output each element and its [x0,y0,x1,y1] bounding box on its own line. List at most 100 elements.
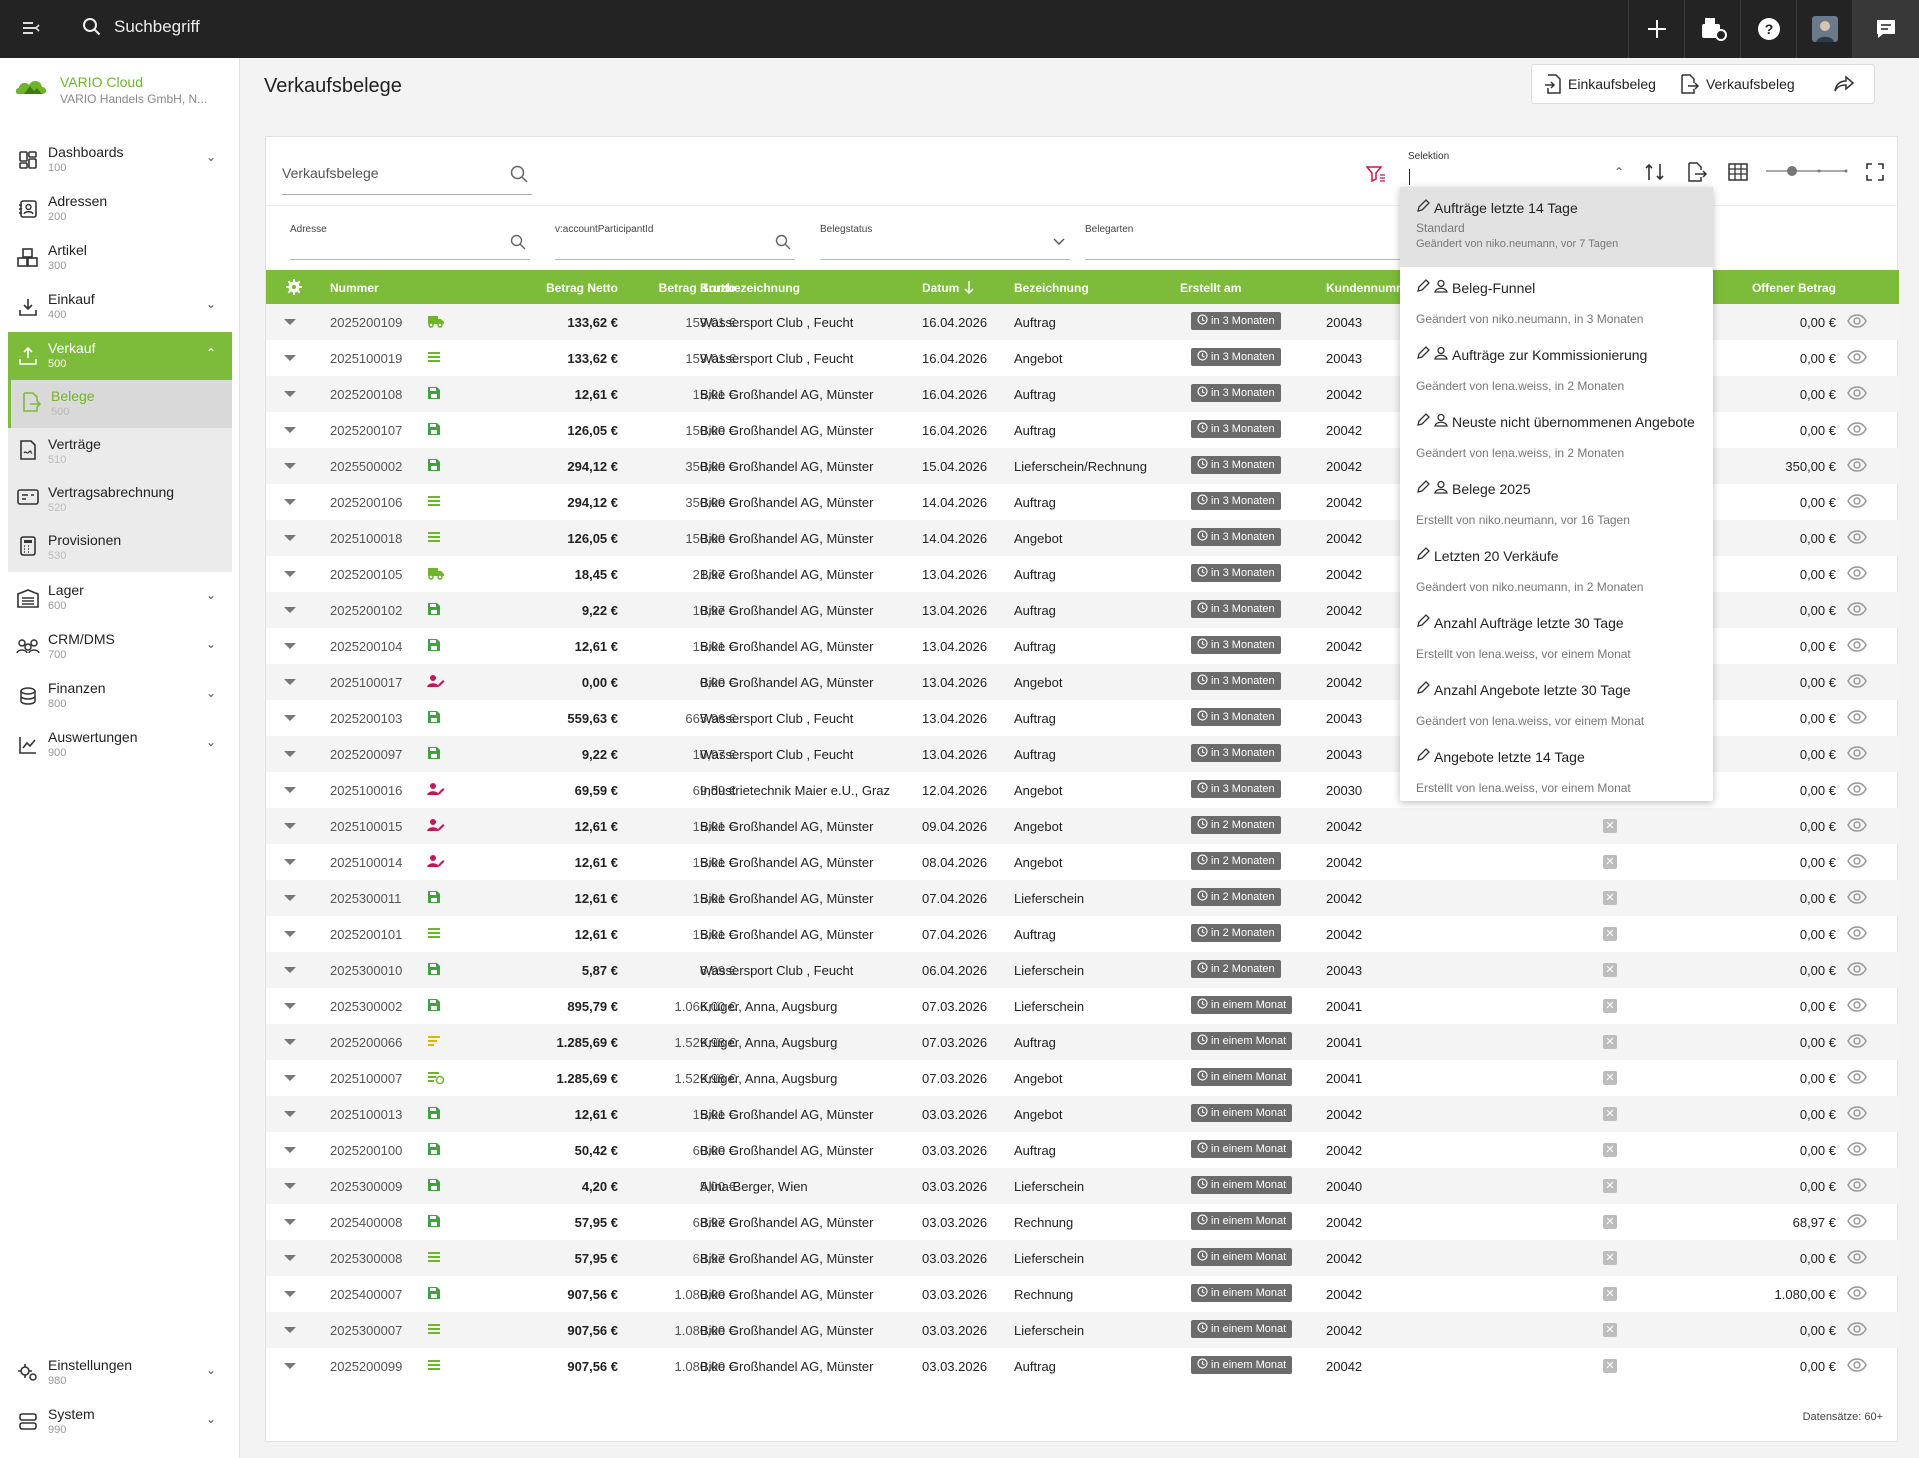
expand-row-icon[interactable] [284,355,296,361]
selection-menu-item[interactable]: Neuste nicht übernommenen Angebote Geände… [1400,401,1713,468]
eye-icon[interactable] [1847,566,1867,583]
eye-icon[interactable] [1847,530,1867,547]
table-row[interactable]: 2025400008 57,95 € 68,97 € Bike Großhandel … [266,1204,1899,1240]
table-settings-gear-icon[interactable] [286,279,302,295]
expand-row-icon[interactable] [284,427,296,433]
new-verkaufsbeleg-button[interactable]: Verkaufsbeleg [1668,74,1807,94]
expand-row-icon[interactable] [284,967,296,973]
help-button[interactable]: ? [1740,0,1796,58]
table-row[interactable]: 2025300007 907,56 €1.080,00 € Bike Großhan… [266,1312,1899,1348]
sidebar-subitem-vertragsabrechnung[interactable]: Vertragsabrechnung 520 [8,476,232,524]
global-search-input[interactable]: Suchbegriff [82,17,200,37]
expand-row-icon[interactable] [284,1075,296,1081]
col-offener-betrag[interactable]: Offener Betrag [1706,281,1836,295]
sidebar-subitem-provisionen[interactable]: Provisionen 530 [8,524,232,572]
filter-belegarten[interactable]: Belegarten [1085,220,1405,260]
eye-icon[interactable] [1847,1322,1867,1339]
menu-toggle-icon[interactable] [20,17,50,41]
table-grid-icon[interactable] [1728,162,1748,182]
table-row[interactable]: 2025100013 12,61 €15,01 € Bike Großhandel … [266,1096,1899,1132]
eye-icon[interactable] [1847,854,1867,871]
expand-row-icon[interactable] [284,1327,296,1333]
col-betrag-netto[interactable]: Betrag Netto [498,281,618,295]
expand-row-icon[interactable] [284,319,296,325]
table-row[interactable]: 2025300009 4,20 €5,00 € Alina Berger, Wien… [266,1168,1899,1204]
swap-sort-icon[interactable] [1644,162,1666,182]
eye-icon[interactable] [1847,458,1867,475]
expand-row-icon[interactable] [284,823,296,829]
eye-icon[interactable] [1847,602,1867,619]
sidebar-item-auswertungen[interactable]: Auswertungen 900 ⌄ [8,721,232,769]
add-button[interactable] [1628,0,1684,58]
eye-icon[interactable] [1847,1106,1867,1123]
expand-row-icon[interactable] [284,499,296,505]
edit-pencil-icon[interactable] [1416,480,1434,497]
col-nummer[interactable]: Nummer [330,281,379,295]
table-row[interactable]: 2025400007 907,56 € 1.080,00 € Bike Großhan… [266,1276,1899,1312]
eye-icon[interactable] [1847,998,1867,1015]
sidebar-item-einkauf[interactable]: Einkauf 400 ⌄ [8,283,232,331]
expand-row-icon[interactable] [284,1363,296,1369]
share-button[interactable] [1821,75,1873,93]
expand-row-icon[interactable] [284,607,296,613]
edit-pencil-icon[interactable] [1416,547,1434,564]
col-erstellt-am[interactable]: Erstellt am [1180,281,1241,295]
sidebar-item-dashboards[interactable]: Dashboards 100 ⌄ [8,136,232,184]
selection-menu-item[interactable]: Anzahl Aufträge letzte 30 Tage Erstellt v… [1400,602,1713,669]
table-row[interactable]: 2025300011 12,61 €15,01 € Bike Großhandel … [266,880,1899,916]
sidebar-item-adressen[interactable]: Adressen 200 [8,185,232,233]
sidebar-item-einstellungen[interactable]: Einstellungen 980 ⌄ [8,1349,232,1397]
expand-row-icon[interactable] [284,1255,296,1261]
table-row[interactable]: 2025100014 12,61 €15,01 € Bike Großhandel … [266,844,1899,880]
expand-row-icon[interactable] [284,895,296,901]
edit-pencil-icon[interactable] [1416,279,1434,296]
expand-row-icon[interactable] [284,391,296,397]
sidebar-item-finanzen[interactable]: Finanzen 800 ⌄ [8,672,232,720]
eye-icon[interactable] [1847,746,1867,763]
expand-row-icon[interactable] [284,1111,296,1117]
export-document-icon[interactable] [1686,162,1708,182]
eye-icon[interactable] [1847,1286,1867,1303]
sidebar-subitem-vertraege[interactable]: Verträge 510 [8,428,232,476]
eye-icon[interactable] [1847,350,1867,367]
eye-icon[interactable] [1847,1070,1867,1087]
expand-row-icon[interactable] [284,571,296,577]
table-row[interactable]: 2025100015 12,61 €15,01 € Bike Großhandel … [266,808,1899,844]
edit-pencil-icon[interactable] [1416,681,1434,698]
table-row[interactable]: 2025100007 1.285,69 €1.529,98 € Krüger, An… [266,1060,1899,1096]
table-row[interactable]: 2025300008 57,95 €68,97 € Bike Großhandel … [266,1240,1899,1276]
eye-icon[interactable] [1847,494,1867,511]
selection-menu-item[interactable]: Aufträge letzte 14 Tage Standard Geändert … [1400,187,1713,267]
expand-row-icon[interactable] [284,679,296,685]
edit-pencil-icon[interactable] [1416,346,1434,363]
expand-row-icon[interactable] [284,1183,296,1189]
eye-icon[interactable] [1847,926,1867,943]
list-search-input[interactable]: Verkaufsbelege [282,151,532,195]
table-row[interactable]: 2025300010 5,87 €6,99 € Wassersport Club ,… [266,952,1899,988]
expand-row-icon[interactable] [284,1147,296,1153]
filter-remove-icon[interactable] [1366,165,1386,183]
table-row[interactable]: 2025200101 12,61 €15,01 € Bike Großhandel … [266,916,1899,952]
expand-row-icon[interactable] [284,1291,296,1297]
eye-icon[interactable] [1847,314,1867,331]
selection-menu-item[interactable]: Aufträge zur Kommissionierung Geändert vo… [1400,334,1713,401]
selection-menu-item[interactable]: Anzahl Angebote letzte 30 Tage Geändert v… [1400,669,1713,736]
filter-belegstatus[interactable]: Belegstatus [820,220,1070,260]
eye-icon[interactable] [1847,1214,1867,1231]
expand-row-icon[interactable] [284,1003,296,1009]
sidebar-item-system[interactable]: System 990 ⌄ [8,1398,232,1446]
eye-icon[interactable] [1847,1034,1867,1051]
expand-row-icon[interactable] [284,535,296,541]
eye-icon[interactable] [1847,386,1867,403]
eye-icon[interactable] [1847,422,1867,439]
eye-icon[interactable] [1847,818,1867,835]
col-bezeichnung[interactable]: Bezeichnung [1014,281,1089,295]
expand-row-icon[interactable] [284,931,296,937]
row-density-slider[interactable] [1764,163,1848,179]
cash-register-user-button[interactable] [1684,0,1740,58]
new-einkaufsbeleg-button[interactable]: Einkaufsbeleg [1532,74,1668,94]
sidebar-item-lager[interactable]: Lager 600 ⌄ [8,574,232,622]
edit-pencil-icon[interactable] [1416,413,1434,430]
edit-pencil-icon[interactable] [1416,748,1434,765]
expand-row-icon[interactable] [284,1219,296,1225]
